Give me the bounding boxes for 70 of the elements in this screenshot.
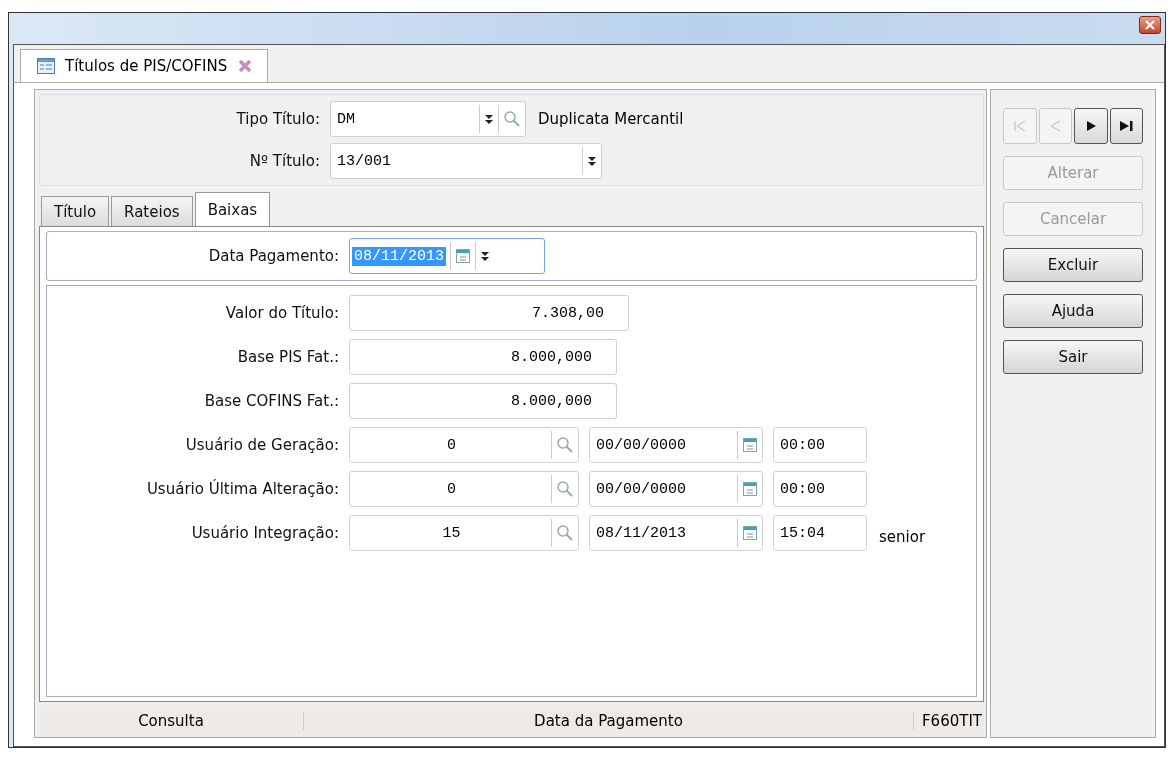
field-value: 0: [446, 480, 457, 498]
skip-start-icon: [1011, 119, 1028, 133]
status-hint: Data da Pagamento: [533, 712, 684, 730]
field-value: 08/11/2013: [595, 524, 687, 542]
search-icon[interactable]: [556, 524, 574, 542]
status-mode: Consulta: [39, 712, 304, 730]
field-value: 15: [441, 524, 462, 542]
action-button[interactable]: Sair: [1003, 340, 1143, 374]
field-value: 0: [446, 436, 457, 454]
field-label: Data Pagamento:: [207, 247, 339, 265]
status-form-code: F660TIT: [913, 712, 986, 730]
field-value: 13/001: [336, 152, 392, 170]
type-description: Duplicata Mercantil: [538, 110, 684, 128]
field-label: Base PIS Fat.:: [236, 348, 339, 366]
calendar-icon[interactable]: [742, 525, 758, 541]
last-record-button[interactable]: [1109, 108, 1143, 144]
tab[interactable]: Rateios: [111, 196, 193, 226]
field-value: DM: [336, 110, 356, 128]
time-field[interactable]: 00:00: [773, 427, 867, 463]
field-value: 00/00/0000: [595, 480, 687, 498]
number-field[interactable]: 13/001: [330, 143, 602, 179]
field-value: 8.000,000: [510, 348, 593, 366]
field-value: 00:00: [779, 436, 826, 454]
date-field[interactable]: 00/00/0000: [589, 427, 763, 463]
dropdown-arrow-icon[interactable]: [587, 155, 597, 167]
close-button[interactable]: [1139, 16, 1161, 34]
field-label: Usuário Integração:: [190, 524, 339, 542]
date-field[interactable]: 00/00/0000: [589, 471, 763, 507]
amount-field[interactable]: 7.308,00: [349, 295, 629, 331]
calendar-icon[interactable]: [742, 437, 758, 453]
time-field[interactable]: 15:04: [773, 515, 867, 551]
field-label: Usuário Última Alteração:: [145, 480, 339, 498]
calendar-icon[interactable]: [742, 481, 758, 497]
date-field[interactable]: 08/11/2013: [589, 515, 763, 551]
field-value: 00:00: [779, 480, 826, 498]
dropdown-arrow-icon[interactable]: [480, 250, 490, 262]
user-code-field[interactable]: 15: [349, 515, 579, 551]
skip-end-icon: [1118, 119, 1135, 133]
action-button[interactable]: Ajuda: [1003, 294, 1143, 328]
field-label: Nº Título:: [248, 152, 320, 170]
document-tab[interactable]: Títulos de PIS/COFINS: [20, 49, 269, 82]
user-code-field[interactable]: 0: [349, 427, 579, 463]
user-name: senior: [879, 527, 926, 546]
document-tab-title: Títulos de PIS/COFINS: [65, 57, 228, 75]
tab[interactable]: Título: [41, 196, 110, 226]
calendar-icon[interactable]: [455, 248, 471, 264]
form-icon: [37, 58, 55, 74]
type-field[interactable]: DM: [330, 101, 526, 137]
amount-field[interactable]: 8.000,000: [349, 383, 617, 419]
close-icon[interactable]: [237, 58, 254, 74]
next-record-button[interactable]: [1074, 108, 1108, 144]
field-value: 08/11/2013: [352, 246, 446, 266]
time-field[interactable]: 00:00: [773, 471, 867, 507]
dropdown-arrow-icon[interactable]: [484, 113, 494, 125]
field-label: Base COFINS Fat.:: [203, 392, 339, 410]
search-icon[interactable]: [556, 436, 574, 454]
amount-field[interactable]: 8.000,000: [349, 339, 617, 375]
action-button[interactable]: Excluir: [1003, 248, 1143, 282]
field-value: 8.000,000: [510, 392, 593, 410]
close-icon: [1145, 20, 1155, 30]
tab[interactable]: Baixas: [194, 192, 271, 226]
user-code-field[interactable]: 0: [349, 471, 579, 507]
field-label: Valor do Título:: [224, 304, 339, 322]
field-value: 7.308,00: [531, 304, 605, 322]
field-value: 15:04: [779, 524, 826, 542]
search-icon[interactable]: [556, 480, 574, 498]
field-label: Usuário de Geração:: [184, 436, 339, 454]
field-label: Tipo Título:: [235, 110, 320, 128]
field-value: 00/00/0000: [595, 436, 687, 454]
search-icon[interactable]: [503, 110, 521, 128]
